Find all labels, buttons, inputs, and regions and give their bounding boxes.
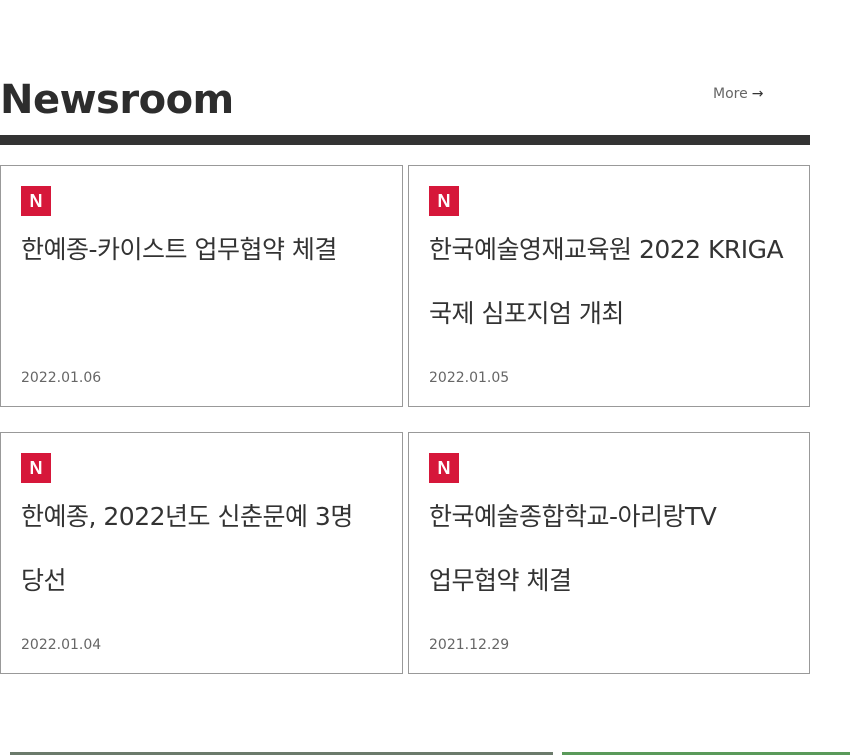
news-title[interactable]: 한국예술종합학교-아리랑TV 업무협약 체결 [429,485,797,613]
news-card-2[interactable]: N 한국예술영재교육원 2022 KRIGA 국제 심포지엄 개최 2022.0… [408,165,810,407]
new-badge: N [21,186,51,216]
news-title[interactable]: 한예종-카이스트 업무협약 체결 [21,218,389,282]
page-title: Newsroom [0,77,234,123]
more-label: More [713,86,748,102]
news-card-3[interactable]: N 한예종, 2022년도 신춘문예 3명 당선 2022.01.04 [0,432,403,674]
news-date: 2021.12.29 [429,637,510,653]
news-date: 2022.01.06 [21,370,102,386]
news-title[interactable]: 한국예술영재교육원 2022 KRIGA 국제 심포지엄 개최 [429,218,797,346]
header-divider [0,135,810,145]
news-card-1[interactable]: N 한예종-카이스트 업무협약 체결 2022.01.06 [0,165,403,407]
new-badge: N [429,453,459,483]
news-title[interactable]: 한예종, 2022년도 신춘문예 3명 당선 [21,485,389,613]
new-badge: N [429,186,459,216]
news-date: 2022.01.05 [429,370,510,386]
more-link[interactable]: More → [713,84,763,104]
arrow-right-icon: → [751,86,764,102]
news-date: 2022.01.04 [21,637,102,653]
news-card-4[interactable]: N 한국예술종합학교-아리랑TV 업무협약 체결 2021.12.29 [408,432,810,674]
new-badge: N [21,453,51,483]
